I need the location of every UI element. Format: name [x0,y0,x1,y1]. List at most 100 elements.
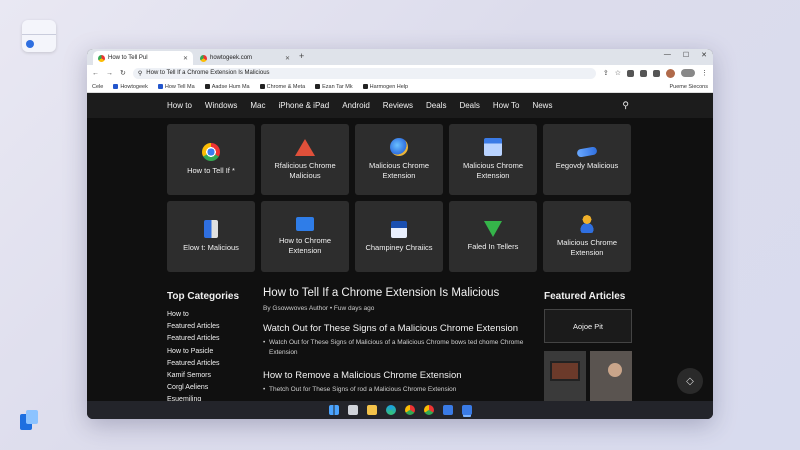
address-bar[interactable]: ⚲ How to Tell If a Chrome Extension Is M… [132,67,596,79]
maximize-icon[interactable]: ☐ [683,51,689,59]
nav-item[interactable]: Mac [250,101,265,110]
minimize-icon[interactable]: — [664,51,671,59]
scroll-top-button[interactable]: ◇ [677,368,703,394]
featured-box-label: Aojoe Pit [572,321,604,331]
nav-item[interactable]: How to [167,101,192,110]
app-icon[interactable] [461,405,472,415]
file-explorer-icon[interactable] [366,405,377,415]
nav-item[interactable]: iPhone & iPad [278,101,329,110]
download-icon [484,221,502,238]
bookmark-item[interactable]: Chrome & Meta [259,84,305,90]
search-icon[interactable]: ⚲ [622,100,629,111]
bookmark-item[interactable]: Cele [92,84,103,90]
bookmark-icon [113,84,119,89]
article-card[interactable]: Elow t: Malicious [167,201,255,272]
category-link[interactable]: Featured Articles [167,358,247,370]
toggle-icon[interactable] [681,69,695,77]
task-view-icon[interactable] [347,405,358,415]
bookmark-item[interactable]: How Tell Ma [157,84,195,90]
menu-icon[interactable]: ⋮ [701,69,708,77]
article-card[interactable]: Eegovdy Malicious [543,124,631,195]
nav-item[interactable]: Deals [459,101,479,110]
article-card[interactable]: How to Chrome Extension [261,201,349,272]
bullet-item: Watch Out for These Signs of Malicious o… [263,338,533,358]
card-label: Champiney Chraiics [365,242,433,252]
article-title: How to Tell If a Chrome Extension Is Mal… [263,287,500,299]
article-card[interactable]: How to Tell If * [167,124,255,195]
bullet-item: Thetch Out for These Signs of rod a Mali… [263,385,533,395]
nav-item[interactable]: How To [493,101,520,110]
share-icon[interactable]: ⇪ [603,69,609,77]
reload-icon[interactable]: ↻ [120,69,126,77]
window-controls: — ☐ ✕ [664,51,707,59]
article-card[interactable]: Malicious Chrome Extension [449,124,537,195]
page-content: How to Tell If * Rfalicious Chrome Malic… [87,118,713,409]
edge-icon[interactable] [385,405,396,415]
article-card[interactable]: Rfalicious Chrome Malicious [261,124,349,195]
bookmark-item[interactable]: Aadse Hum Ma [204,84,250,90]
featured-box[interactable]: Aojoe Pit [544,309,632,343]
section-heading: Watch Out for These Signs of a Malicious… [263,323,519,334]
chrome-favicon-icon [98,54,105,62]
bookmark-item[interactable]: Harmogen Help [362,84,408,90]
featured-thumbnail[interactable] [544,351,632,401]
tab-inactive[interactable]: howtogeek.com ✕ [195,51,295,65]
address-text: How to Tell If a Chrome Extension Is Mal… [146,70,270,76]
extension-icon[interactable] [627,69,634,77]
tab-active[interactable]: How to Tell Pul ✕ [93,51,193,65]
widget-dot-icon [26,40,34,48]
bookmark-icon [315,84,321,89]
desktop-widget[interactable] [22,20,56,52]
thumbnail-screen [550,361,580,381]
box-icon [391,220,407,238]
article-card[interactable]: Malicious Chrome Extension [543,201,631,272]
start-icon[interactable] [328,405,339,415]
forward-icon[interactable]: → [106,70,113,77]
card-label: Elow t: Malicious [183,243,239,253]
site-info-icon[interactable]: ⚲ [138,70,142,77]
bookmark-item[interactable]: Ezan Tar Mk [315,84,353,90]
bookmark-item[interactable]: Howtogeek [113,84,148,90]
profile-avatar[interactable] [666,68,675,78]
nav-item[interactable]: Windows [205,101,237,110]
globe-icon [390,138,408,157]
chrome-taskbar-icon[interactable] [404,405,415,415]
nav-item[interactable]: News [532,101,552,110]
widget-divider [22,34,56,35]
section-heading: How to Remove a Malicious Chrome Extensi… [263,369,462,381]
nav-item[interactable]: Deals [426,101,446,110]
tab-label: howtogeek.com [210,55,253,61]
other-bookmarks[interactable]: Pueme Siecons [669,84,708,90]
category-link[interactable]: Featured Articles [167,333,247,345]
chrome-favicon-icon [200,54,207,62]
card-label: Rfalicious Chrome Malicious [274,160,336,180]
site-nav: How to Windows Mac iPhone & iPad Android… [87,93,713,118]
store-icon[interactable] [442,405,453,415]
close-tab-icon[interactable]: ✕ [183,55,188,62]
extension-icon[interactable] [640,69,647,77]
close-window-icon[interactable]: ✕ [701,51,707,59]
category-link[interactable]: Featured Articles [167,321,247,333]
article-card[interactable]: Malicious Chrome Extension [355,124,443,195]
category-link[interactable]: How to [167,309,247,321]
close-tab-icon[interactable]: ✕ [285,55,290,62]
chrome-icon [202,143,220,162]
extension-icon[interactable] [653,69,660,77]
article-card[interactable]: Faled In Tellers [449,201,537,272]
chrome-taskbar-icon[interactable] [423,405,434,415]
card-label: Eegovdy Malicious [555,161,619,171]
new-tab-button[interactable]: + [299,51,304,61]
nav-item[interactable]: Reviews [383,101,413,110]
card-grid: How to Tell If * Rfalicious Chrome Malic… [167,124,639,272]
nav-item[interactable]: Android [342,101,370,110]
star-icon[interactable]: ☆ [615,69,621,77]
category-link[interactable]: Kamif Semors [167,370,247,382]
warning-icon [295,138,315,156]
pen-icon [576,146,598,158]
desktop-app-icon[interactable] [20,410,38,430]
category-link[interactable]: Corgl Aeliens [167,382,247,394]
back-icon[interactable]: ← [92,70,99,77]
bookmark-icon [259,84,265,89]
article-card[interactable]: Champiney Chraiics [355,201,443,272]
category-link[interactable]: How to Pasicle [167,346,247,358]
